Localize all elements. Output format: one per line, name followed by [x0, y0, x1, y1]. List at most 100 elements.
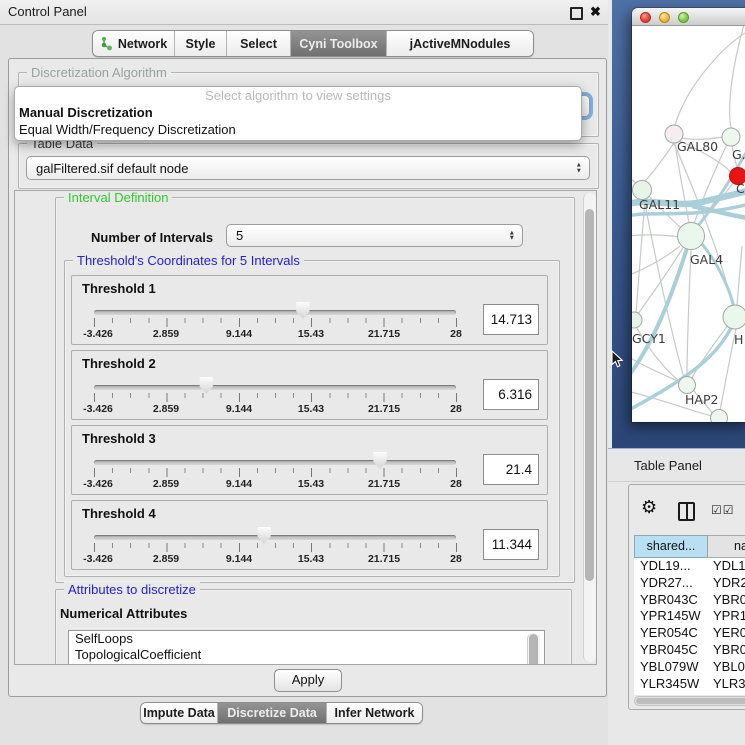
- threshold-4-slider-thumb[interactable]: [257, 527, 272, 544]
- tick-label: 15.43: [298, 328, 324, 340]
- table-row[interactable]: YIL052CYIL0: [634, 692, 745, 695]
- dropdown-prompt[interactable]: Select algorithm to view settings: [15, 87, 581, 104]
- right-region: GAL80 G. C GAL11 GAL4 GCY1 H HAP2 Table …: [608, 0, 745, 745]
- tick-label: 15.43: [298, 478, 324, 490]
- threshold-1-panel: Threshold 1 -3.426 2.859 9.144 15.43 21.…: [71, 275, 548, 345]
- control-panel: Control Panel ✖ Network Style Select Cyn…: [0, 0, 609, 745]
- number-of-intervals-combobox[interactable]: 5 ▲▼: [226, 224, 523, 247]
- table-row[interactable]: YDR27...YDR2: [634, 575, 745, 592]
- table-row[interactable]: YER054CYER0: [634, 625, 745, 642]
- group-label: Threshold's Coordinates for 5 Intervals: [73, 253, 304, 268]
- tab-style[interactable]: Style: [175, 31, 227, 56]
- attributes-group: Attributes to discretize Numerical Attri…: [55, 589, 572, 665]
- tab-cyni-toolbox[interactable]: Cyni Toolbox: [291, 31, 387, 56]
- tab-impute-data[interactable]: Impute Data: [141, 703, 218, 723]
- close-traffic-light-icon[interactable]: [640, 12, 651, 23]
- svg-text:H: H: [734, 332, 743, 347]
- settings-scroll-viewport: Interval Definition Number of Intervals …: [14, 190, 597, 665]
- panel-title: Control Panel: [8, 4, 87, 19]
- tick-label: 2.859: [153, 478, 179, 490]
- bottom-tab-strip: Impute Data Discretize Data Infer Networ…: [140, 702, 423, 724]
- stepper-icon: ▲▼: [576, 163, 582, 174]
- tick-label: 28: [450, 328, 462, 340]
- threshold-2-slider-thumb[interactable]: [199, 377, 214, 394]
- table-row[interactable]: YPR145WYPR1: [634, 608, 745, 625]
- control-panel-titlebar: Control Panel ✖: [0, 0, 608, 25]
- tick-label: -3.426: [83, 328, 113, 340]
- tab-infer-network[interactable]: Infer Network: [327, 703, 422, 723]
- stepper-icon: ▲▼: [509, 230, 515, 241]
- interval-definition-group: Interval Definition Number of Intervals …: [55, 197, 575, 583]
- node-hap2: [679, 377, 696, 394]
- svg-text:GCY1: GCY1: [632, 331, 666, 346]
- threshold-3-slider[interactable]: [94, 460, 456, 465]
- list-item[interactable]: SelfLoops: [69, 631, 544, 647]
- threshold-2-panel: Threshold 2 -3.426 2.859 9.144 15.43 21.…: [71, 350, 548, 420]
- split-columns-icon[interactable]: [678, 502, 695, 521]
- tick-label: 21.715: [368, 478, 400, 490]
- checkbox-icons[interactable]: ☑☑: [711, 503, 735, 517]
- tick-label: 9.144: [226, 403, 252, 415]
- float-window-icon[interactable]: [570, 7, 583, 20]
- tick-label: -3.426: [83, 403, 113, 415]
- number-of-intervals-label: Number of Intervals: [91, 230, 213, 245]
- apply-button[interactable]: Apply: [274, 669, 342, 692]
- gear-icon[interactable]: ⚙: [641, 497, 657, 518]
- table-row[interactable]: YBR043CYBR0: [634, 592, 745, 609]
- table-row[interactable]: YDL19...YDL1: [634, 558, 745, 575]
- list-scrollbar[interactable]: [527, 633, 540, 665]
- network-edges: [632, 26, 745, 416]
- node-g: [722, 128, 740, 146]
- threshold-2-slider[interactable]: [94, 385, 456, 390]
- tick-label: 21.715: [368, 553, 400, 565]
- tick-label: 28: [450, 553, 462, 565]
- table-row[interactable]: YLR345WYLR3: [634, 676, 745, 693]
- threshold-1-value-field[interactable]: 14.713: [483, 304, 539, 335]
- settings-scrollbar[interactable]: [583, 193, 596, 662]
- tick-label: 2.859: [153, 403, 179, 415]
- numerical-attributes-list: SelfLoops TopologicalCoefficient Between…: [68, 630, 545, 665]
- column-header-shared-name[interactable]: shared...: [634, 535, 708, 558]
- network-view-window: GAL80 G. C GAL11 GAL4 GCY1 H HAP2: [632, 8, 745, 422]
- threshold-2-value-field[interactable]: 6.316: [483, 379, 539, 410]
- tick-label: 2.859: [153, 553, 179, 565]
- node-h: [723, 305, 745, 329]
- minimize-traffic-light-icon[interactable]: [659, 12, 670, 23]
- table-data-combobox[interactable]: galFiltered.sif default node ▲▼: [26, 156, 590, 180]
- table-row[interactable]: YBR045CYBR0: [634, 642, 745, 659]
- dropdown-option-manual[interactable]: Manual Discretization: [15, 104, 581, 121]
- column-header-name[interactable]: na: [708, 535, 745, 558]
- tick-label: -3.426: [83, 553, 113, 565]
- slider-major-ticks: [94, 318, 457, 327]
- threshold-3-slider-thumb[interactable]: [372, 452, 387, 469]
- dropdown-option-equal-width[interactable]: Equal Width/Frequency Discretization: [15, 121, 581, 138]
- thresholds-group: Threshold's Coordinates for 5 Intervals …: [64, 260, 560, 577]
- threshold-1-slider[interactable]: [94, 310, 456, 315]
- tick-label: 9.144: [226, 553, 252, 565]
- list-item[interactable]: TopologicalCoefficient: [69, 647, 544, 663]
- threshold-label: Threshold 1: [82, 281, 156, 296]
- combo-value: 5: [236, 228, 243, 243]
- tab-jactivemnodules[interactable]: jActiveMNodules: [387, 31, 533, 56]
- slider-major-ticks: [94, 393, 457, 402]
- table-row[interactable]: YBL079WYBL0: [634, 659, 745, 676]
- tab-discretize-data[interactable]: Discretize Data: [218, 703, 327, 723]
- table-panel: ⚙ ☑☑ shared... na YDL19...YDL1 YDR27...Y…: [628, 484, 745, 710]
- zoom-traffic-light-icon[interactable]: [678, 12, 689, 23]
- network-canvas[interactable]: GAL80 G. C GAL11 GAL4 GCY1 H HAP2: [632, 26, 745, 422]
- list-item[interactable]: BetweennessCentrality: [69, 662, 544, 665]
- node-bottom: [711, 410, 728, 423]
- threshold-4-value-field[interactable]: 11.344: [483, 529, 539, 560]
- tick-label: 9.144: [226, 478, 252, 490]
- tab-select[interactable]: Select: [227, 31, 291, 56]
- table-horizontal-scrollbar[interactable]: [634, 696, 745, 706]
- close-icon[interactable]: ✖: [590, 4, 601, 20]
- threshold-4-slider[interactable]: [94, 535, 456, 540]
- network-desktop: GAL80 G. C GAL11 GAL4 GCY1 H HAP2: [612, 0, 745, 448]
- slider-major-ticks: [94, 543, 457, 552]
- threshold-3-value-field[interactable]: 21.4: [483, 454, 539, 485]
- node-gcy1: [632, 312, 642, 328]
- svg-text:G.: G.: [732, 147, 745, 162]
- tab-network[interactable]: Network: [93, 31, 175, 56]
- threshold-1-slider-thumb[interactable]: [295, 302, 310, 319]
